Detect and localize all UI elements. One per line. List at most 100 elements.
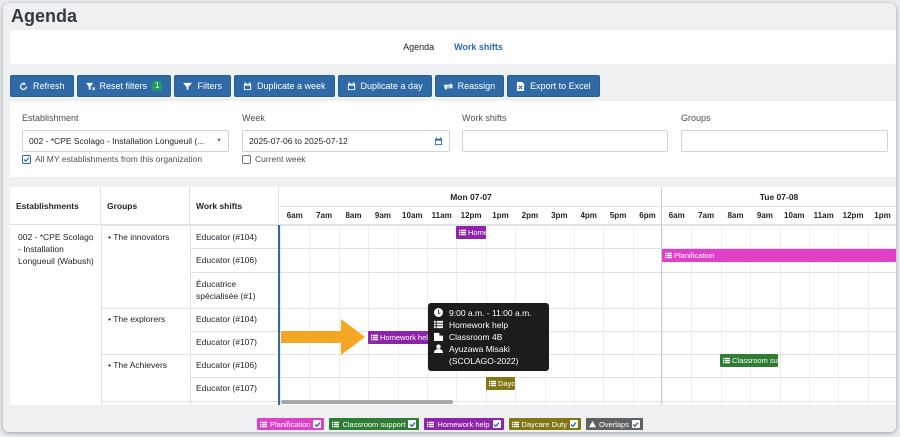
shift-row-label: Educator (#107) (196, 337, 257, 347)
check-icon (571, 421, 577, 427)
legend-checkbox[interactable] (631, 420, 640, 428)
col-header-work-shifts: Work shifts (190, 187, 279, 225)
tooltip-person: Ayuzawa Misaki (SCOLAGO-2022) (449, 343, 518, 367)
grid-hline (101, 401, 896, 402)
tooltip-person-row: Ayuzawa Misaki (SCOLAGO-2022) (434, 343, 543, 367)
grid-vline (397, 225, 399, 405)
user-icon (434, 344, 443, 353)
grid-hline (190, 272, 896, 273)
week-date-range-value: 2025-07-06 to 2025-07-12 (249, 136, 348, 146)
tooltip-time: 9:00 a.m. - 11:00 a.m. (449, 308, 532, 318)
event-homework-help[interactable]: Homework help (368, 331, 430, 344)
tooltip-room-row: Classroom 4B (434, 331, 543, 343)
event-classroom-support[interactable]: Classroom support (720, 354, 778, 367)
hour-header: 3pm (544, 207, 574, 225)
legend-label: Planification (270, 419, 311, 429)
toolbar: Refresh Reset filters 1 Filters Duplicat… (10, 75, 600, 97)
legend-daycare-duty[interactable]: Daycare Duty (508, 418, 581, 430)
hour-header: 7am (691, 207, 721, 225)
establishment-select-value: 002 - *CPE Scolago - Installation Longue… (29, 136, 205, 146)
list-icon (723, 357, 730, 364)
warning-icon (588, 420, 596, 427)
hour-header: 8am (720, 207, 751, 225)
event-daycare-duty[interactable]: Daycare Duty (486, 377, 515, 390)
legend-homework-help[interactable]: Homework help (424, 418, 504, 430)
work-shifts-grid: Establishments Groups Work shifts Mon 07… (10, 187, 896, 405)
legend-checkbox[interactable] (492, 420, 501, 428)
hour-header: 1pm (485, 207, 516, 225)
current-time-divider (278, 225, 280, 405)
grid-vline (574, 225, 575, 405)
calendar-icon[interactable] (434, 136, 443, 146)
filters-panel: Establishment 002 - *CPE Scolago - Insta… (10, 101, 896, 177)
all-my-establishments-checkbox[interactable] (22, 154, 31, 164)
hour-header: 9am (368, 207, 398, 225)
legend-overlaps[interactable]: Overlaps (585, 418, 643, 430)
legend-label: Daycare Duty (521, 419, 567, 429)
reassign-button[interactable]: Reassign (434, 75, 505, 97)
duplicate-day-label: Duplicate a day (360, 81, 423, 91)
duplicate-week-button[interactable]: Duplicate a week (233, 75, 335, 97)
building-icon (434, 332, 443, 341)
check-icon (314, 421, 321, 427)
grid-vline (338, 225, 340, 405)
shift-row-label: Éducatrice spécialisée (#1) (196, 279, 256, 301)
group-label: The explorers (113, 314, 166, 324)
hour-header: 4pm (574, 207, 604, 225)
calendar-icon (347, 81, 355, 90)
current-week-option[interactable]: Current week (242, 154, 306, 164)
group-the-innovators: • The innovators (108, 232, 170, 242)
refresh-label: Refresh (33, 81, 65, 91)
legend-checkbox[interactable] (408, 420, 417, 428)
event-label: Homework help (468, 228, 486, 237)
grid-hline (190, 377, 896, 378)
clock-icon (434, 308, 443, 317)
tab-work-shifts[interactable]: Work shifts (454, 42, 503, 52)
list-icon (371, 334, 378, 341)
view-tabs: Agenda Work shifts (10, 30, 896, 64)
hour-header: 5pm (603, 207, 633, 225)
hour-header: 9am (750, 207, 780, 225)
legend-checkbox[interactable] (313, 420, 322, 428)
group-label: The Achievers (113, 360, 168, 370)
day-divider (661, 187, 662, 405)
groups-filter-input[interactable] (681, 130, 888, 152)
legend-planification[interactable]: Planification (257, 418, 325, 430)
col-header-establishments: Establishments (10, 187, 101, 225)
hour-header: 11am (809, 207, 839, 225)
group-label: The innovators (113, 232, 170, 242)
hour-header: 11am (427, 207, 457, 225)
legend-classroom-support[interactable]: Classroom support (329, 418, 420, 430)
horizontal-scrollbar[interactable] (281, 400, 453, 404)
event-homework-help[interactable]: Homework help (456, 226, 486, 239)
reset-filters-button[interactable]: Reset filters 1 (76, 75, 172, 97)
event-planification[interactable]: Planification (662, 249, 896, 262)
check-icon (23, 156, 30, 162)
reset-filters-count-badge: 1 (152, 81, 163, 91)
week-date-range-input[interactable]: 2025-07-06 to 2025-07-12 (242, 130, 450, 152)
tab-agenda[interactable]: Agenda (403, 42, 434, 52)
grid-vline (603, 225, 605, 405)
hour-header: 1pm (867, 207, 896, 225)
filters-button[interactable]: Filters (174, 75, 231, 97)
duplicate-day-button[interactable]: Duplicate a day (337, 75, 432, 97)
establishment-select[interactable]: 002 - *CPE Scolago - Installation Longue… (22, 130, 229, 152)
hour-header: 2pm (515, 207, 545, 225)
event-tooltip: 9:00 a.m. - 11:00 a.m. Homework help Cla… (428, 303, 549, 371)
hour-header: 6pm (632, 207, 663, 225)
check-icon (633, 421, 639, 427)
current-week-checkbox[interactable] (242, 154, 251, 164)
filter-icon (183, 82, 193, 90)
legend-checkbox[interactable] (569, 420, 578, 428)
all-my-establishments-label: All MY establishments from this organiza… (35, 154, 203, 164)
reassign-label: Reassign (457, 81, 496, 91)
group-the-explorers: • The explorers (108, 314, 166, 324)
check-icon (409, 421, 416, 427)
all-my-establishments-option[interactable]: All MY establishments from this organiza… (22, 154, 202, 164)
hour-header: 8am (338, 207, 369, 225)
grid-hline (101, 225, 896, 226)
excel-file-icon (517, 81, 525, 91)
refresh-button[interactable]: Refresh (10, 75, 74, 97)
work-shifts-filter-input[interactable] (462, 130, 668, 152)
export-excel-button[interactable]: Export to Excel (507, 75, 600, 97)
